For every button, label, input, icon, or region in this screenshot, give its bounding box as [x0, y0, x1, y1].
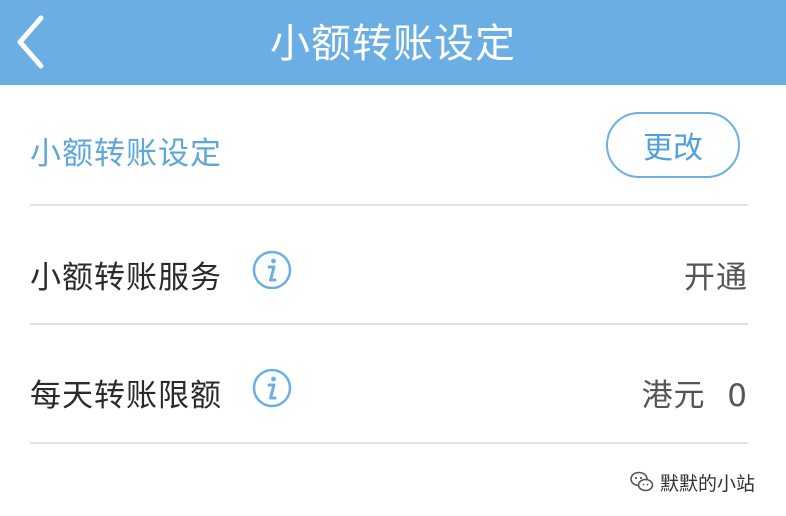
small-transfer-settings-screen: 小额转账设定 小额转账设定 更改 小额转账服务 开通 每天转账限额 港元 0 默… — [0, 0, 786, 516]
watermark: 默默的小站 — [630, 470, 756, 495]
watermark-text: 默默的小站 — [660, 472, 756, 495]
info-icon[interactable] — [252, 368, 292, 408]
setting-row-transfer-service: 小额转账服务 开通 — [30, 228, 748, 308]
daily-limit-label: 每天转账限额 — [30, 378, 222, 414]
setting-row-daily-limit: 每天转账限额 港元 0 — [30, 346, 748, 426]
top-navigation-bar: 小额转账设定 — [0, 0, 786, 85]
wechat-logo-icon — [630, 471, 654, 492]
section-header: 小额转账设定 更改 — [30, 112, 748, 182]
change-button[interactable]: 更改 — [606, 112, 740, 178]
section-title: 小额转账设定 — [30, 136, 222, 172]
divider — [30, 204, 748, 206]
info-icon[interactable] — [252, 250, 292, 290]
divider — [30, 442, 748, 444]
divider — [30, 323, 748, 325]
daily-limit-value: 港元 0 — [641, 378, 748, 414]
transfer-service-label: 小额转账服务 — [30, 260, 222, 296]
transfer-service-status: 开通 — [684, 260, 748, 296]
page-title: 小额转账设定 — [270, 21, 516, 67]
